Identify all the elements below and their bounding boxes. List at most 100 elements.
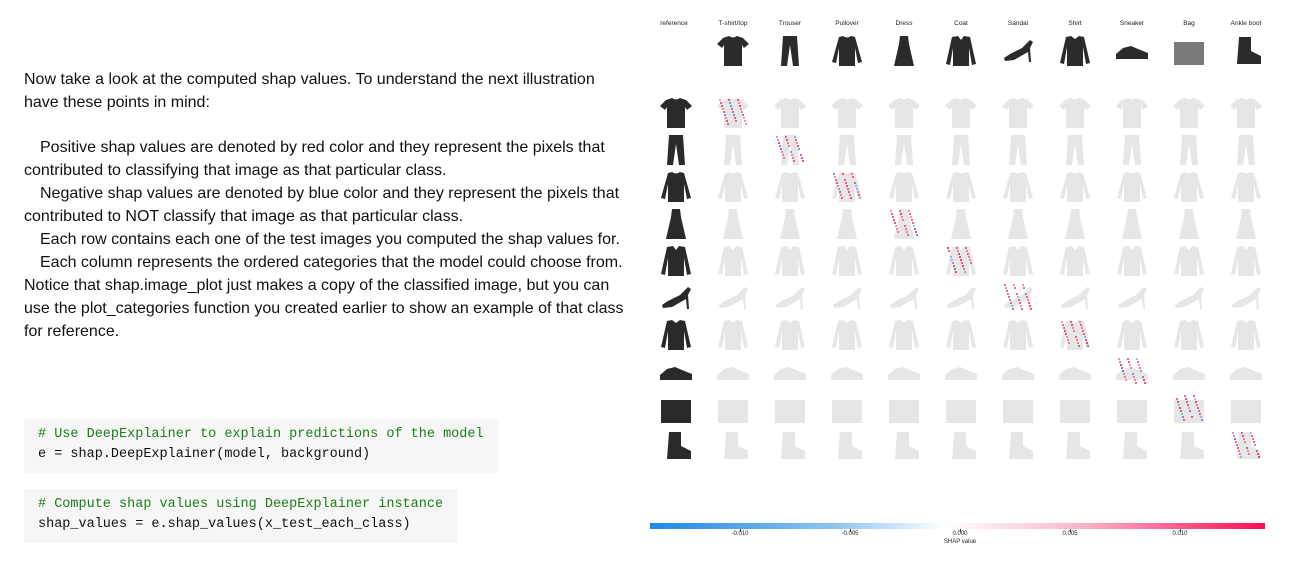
shap-cell	[829, 170, 865, 204]
test-image	[661, 172, 691, 202]
shap-cell	[724, 432, 748, 459]
shap-cell	[829, 244, 865, 278]
shap-cell	[831, 98, 863, 128]
reference-example-image	[715, 34, 751, 68]
shap-cell	[1180, 432, 1204, 459]
shap-cell	[772, 170, 808, 204]
shap-cell	[1114, 207, 1150, 241]
colorbar-tick-label: 0.010	[1172, 531, 1188, 537]
shap-cell	[886, 207, 922, 241]
class-header: Ankle boot	[1230, 20, 1262, 27]
shap-cell	[889, 400, 919, 423]
shap-cell	[1003, 246, 1033, 276]
shap-cell	[715, 207, 751, 241]
reference-example-image	[1000, 34, 1036, 68]
shap-cell	[1000, 429, 1036, 463]
shap-cell	[1004, 284, 1033, 310]
reference-example-image	[894, 36, 914, 66]
shap-cell	[715, 96, 751, 130]
shap-cell	[1174, 246, 1204, 276]
shap-cell	[943, 429, 979, 463]
shap-cell	[1060, 400, 1090, 423]
class-header: Pullover	[835, 20, 859, 27]
shap-cell	[831, 367, 863, 380]
shap-cell	[772, 429, 808, 463]
code-cell-shap-values[interactable]: # Compute shap values using DeepExplaine…	[24, 489, 458, 543]
shap-cell	[1057, 244, 1093, 278]
shap-cell	[718, 172, 748, 202]
bullet-columns: Each column represents the ordered categ…	[24, 254, 624, 340]
shap-cell	[1061, 287, 1090, 309]
shap-cell	[715, 170, 751, 204]
code-line: shap_values = e.shap_values(x_test_each_…	[38, 517, 411, 532]
shap-cell	[715, 244, 751, 278]
reference-example-image	[886, 34, 922, 68]
shap-cell	[1057, 429, 1093, 463]
reference-example-image	[1060, 36, 1090, 66]
shap-cell	[886, 244, 922, 278]
shap-cell	[775, 246, 805, 276]
shap-cell	[886, 281, 922, 315]
class-header: Shirt	[1068, 20, 1082, 27]
reference-example-image	[1228, 34, 1264, 68]
shap-cell	[832, 246, 862, 276]
reference-example-image	[1171, 34, 1207, 68]
shap-cell	[1057, 133, 1093, 167]
shap-cell	[1116, 98, 1148, 128]
shap-cell	[1003, 172, 1033, 202]
shap-cell	[943, 244, 979, 278]
code-cell-deepexplainer[interactable]: # Use DeepExplainer to explain predictio…	[24, 419, 498, 473]
code-comment: # Use DeepExplainer to explain predictio…	[38, 427, 484, 442]
shap-cell	[829, 281, 865, 315]
shap-cell	[837, 209, 857, 239]
shap-cell	[829, 392, 865, 426]
shap-cell	[1180, 135, 1198, 165]
shap-image-plot: reference SHAP value T-shirt/top Trouser P…	[650, 14, 1270, 554]
reference-example-image	[772, 34, 808, 68]
shap-cell	[1228, 392, 1264, 426]
test-image	[658, 318, 694, 352]
shap-cell	[1123, 135, 1141, 165]
colorbar-tick-label: -0.005	[841, 531, 859, 537]
reference-example-image	[1114, 34, 1150, 68]
shap-cell	[1117, 320, 1147, 350]
shap-cell	[1171, 281, 1207, 315]
explanation-text: Now take a look at the computed shap val…	[24, 68, 624, 343]
shap-cell	[890, 209, 918, 239]
shap-cell	[1066, 432, 1090, 459]
shap-cell	[886, 170, 922, 204]
shap-cell	[1114, 96, 1150, 130]
test-image	[658, 281, 694, 315]
reference-example-image	[1116, 46, 1148, 59]
shap-cell	[775, 172, 805, 202]
shap-cell	[1000, 355, 1036, 389]
shap-cell	[886, 392, 922, 426]
shap-cell	[946, 172, 976, 202]
shap-cell	[888, 98, 920, 128]
test-image	[662, 287, 691, 309]
shap-cell	[1228, 429, 1264, 463]
shap-cell	[943, 355, 979, 389]
shap-cell	[718, 400, 748, 423]
shap-cell	[895, 135, 913, 165]
shap-cell	[1003, 320, 1033, 350]
reference-example-image	[1057, 34, 1093, 68]
shap-cell	[1171, 355, 1207, 389]
shap-cell	[1171, 207, 1207, 241]
shap-cell	[1122, 209, 1142, 239]
code-line: e = shap.DeepExplainer(model, background…	[38, 447, 371, 462]
shap-cell	[952, 135, 970, 165]
shap-cell	[718, 246, 748, 276]
shap-cell	[943, 207, 979, 241]
shap-cell	[889, 172, 919, 202]
shap-cell	[718, 320, 748, 350]
shap-cell	[1057, 392, 1093, 426]
test-image	[661, 400, 691, 423]
shap-cell	[829, 133, 865, 167]
reference-example-image	[1174, 42, 1204, 65]
test-image	[666, 209, 686, 239]
shap-cell	[775, 400, 805, 423]
shap-cell	[772, 392, 808, 426]
shap-cell	[715, 355, 751, 389]
shap-cell	[1118, 287, 1147, 309]
